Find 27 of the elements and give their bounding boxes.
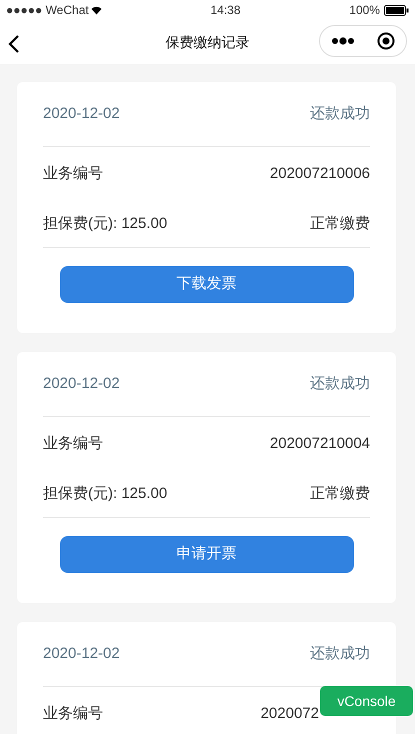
vconsole-button[interactable]: vConsole (320, 686, 413, 716)
record-date: 2020-12-02 (43, 644, 120, 664)
battery-icon (384, 4, 409, 16)
invoice-button[interactable]: 下载发票 (60, 266, 354, 303)
business-number: 202007210006 (270, 164, 370, 184)
more-icon[interactable] (332, 37, 354, 45)
id-label: 业务编号 (43, 164, 103, 184)
wifi-icon (90, 6, 102, 14)
guarantee-fee: 担保费(元): 125.00 (43, 214, 168, 234)
guarantee-fee: 担保费(元): 125.00 (43, 484, 168, 504)
invoice-button[interactable]: 申请开票 (60, 536, 354, 573)
battery-percent: 100% (349, 2, 380, 19)
payment-type: 正常缴费 (310, 214, 370, 234)
capsule-menu[interactable] (319, 25, 407, 57)
page-title: 保费缴纳记录 (166, 32, 250, 52)
record-status: 还款成功 (310, 104, 370, 124)
id-label: 业务编号 (43, 434, 103, 454)
record-date: 2020-12-02 (43, 374, 120, 394)
time-label: 14:38 (210, 2, 241, 19)
record-date: 2020-12-02 (43, 104, 120, 124)
record-status: 还款成功 (310, 644, 370, 664)
payment-type: 正常缴费 (310, 484, 370, 504)
id-label: 业务编号 (43, 704, 103, 724)
business-number: 2020072 (260, 704, 319, 724)
business-number: 202007210004 (270, 434, 370, 454)
record-status: 还款成功 (310, 374, 370, 394)
carrier-label: ●●●●● WeChat (6, 2, 89, 19)
